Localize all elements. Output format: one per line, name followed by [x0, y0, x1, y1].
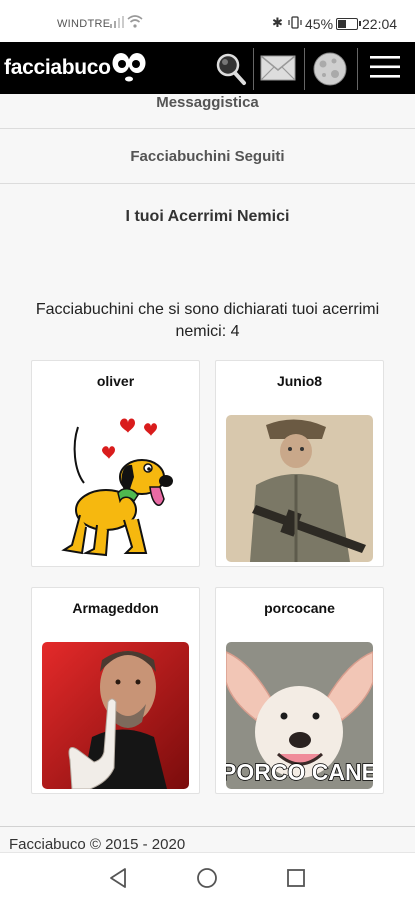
menu-item-facciabuchini-seguiti[interactable]: Facciabuchini Seguiti	[0, 129, 415, 184]
enemy-name[interactable]: Armageddon	[32, 600, 199, 616]
enemy-avatar[interactable]	[42, 642, 189, 789]
menu-item-messaggistica[interactable]: Messaggistica	[0, 94, 415, 129]
signal-icon	[110, 16, 124, 28]
page-title: I tuoi Acerrimi Nemici	[125, 208, 290, 225]
enemy-count-text: Facciabuchini che si sono dichiarati tuo…	[35, 301, 380, 340]
enemy-avatar[interactable]	[42, 415, 189, 562]
app-header: facciabuco	[0, 42, 415, 94]
bluetooth-icon: ✱	[272, 15, 283, 30]
wifi-icon	[127, 15, 143, 28]
enemy-card[interactable]: Armageddon	[31, 587, 200, 794]
notifications-moon-icon[interactable]	[312, 51, 348, 87]
enemy-card[interactable]: oliver	[31, 360, 200, 567]
battery-percent: 45%	[305, 16, 334, 32]
enemy-avatar[interactable]: PORCO CANE	[226, 642, 373, 789]
enemy-name[interactable]: porcocane	[216, 600, 383, 616]
search-icon[interactable]	[214, 50, 248, 86]
menu-item-label: Messaggistica	[156, 94, 259, 111]
menu-item-label: Facciabuchini Seguiti	[130, 148, 285, 165]
enemy-name[interactable]: Junio8	[216, 373, 383, 389]
status-bar: WINDTRE ✱ 45% 22:04	[0, 0, 415, 42]
logo-mascot-icon	[112, 53, 146, 82]
copyright-text: Facciabuco © 2015 - 2020	[9, 836, 186, 853]
back-icon[interactable]	[108, 867, 128, 889]
vibrate-icon	[288, 16, 302, 29]
enemy-avatar[interactable]	[226, 415, 373, 562]
enemy-name[interactable]: oliver	[32, 373, 199, 389]
page-footer: Facciabuco © 2015 - 2020	[0, 826, 415, 853]
enemy-card[interactable]: porcocane PORCO CANE	[215, 587, 384, 794]
hamburger-menu-icon[interactable]	[370, 55, 400, 79]
avatar-caption: PORCO CANE	[226, 759, 373, 785]
site-logo[interactable]: facciabuco	[4, 56, 111, 80]
carrier-label: WINDTRE	[57, 18, 111, 30]
battery-icon	[336, 18, 361, 30]
enemy-card[interactable]: Junio8	[215, 360, 384, 567]
system-navigation-bar	[0, 852, 415, 901]
mail-icon[interactable]	[260, 53, 296, 83]
recent-apps-icon[interactable]	[286, 868, 306, 888]
home-icon[interactable]	[196, 867, 218, 889]
clock: 22:04	[362, 16, 398, 32]
